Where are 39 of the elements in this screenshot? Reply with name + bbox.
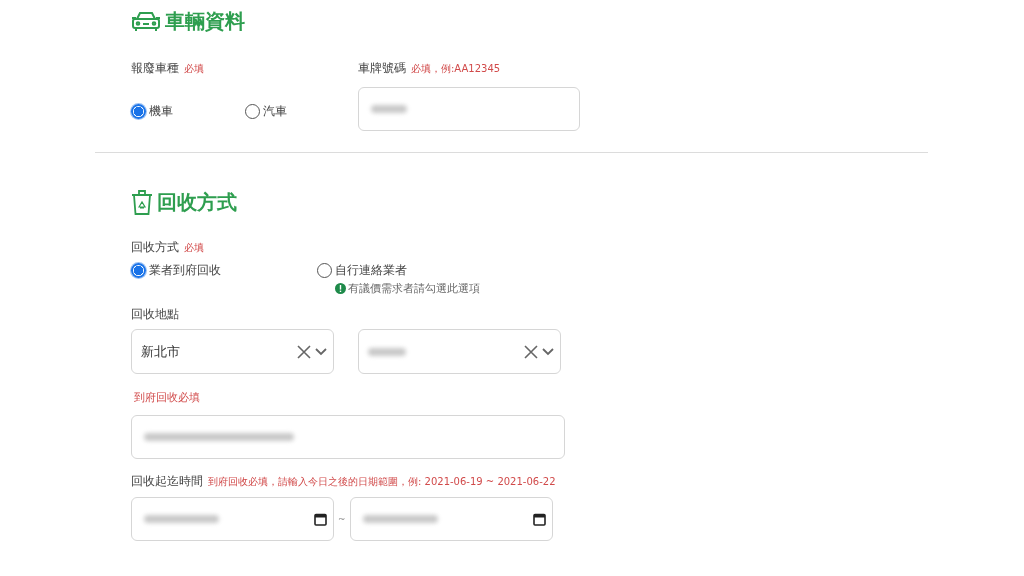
calendar-icon <box>314 512 327 526</box>
required-hint: 必填 <box>184 241 204 255</box>
dropdown-select[interactable]: 新北市 <box>131 329 334 374</box>
clear-icon <box>297 344 311 359</box>
radio-button[interactable] <box>317 263 332 278</box>
field-label: 回收起迄時間 <box>131 473 203 490</box>
field-label: 車牌號碼 <box>358 60 406 77</box>
required-hint: 到府回收必填 <box>133 390 201 405</box>
required-hint: 到府回收必填，請輸入今日之後的日期範圍，例: 2021-06-19 ~ 2021-06-22 <box>208 475 556 489</box>
radio-label[interactable]: 自行連絡業者 <box>335 262 407 279</box>
radio-label[interactable]: 汽車 <box>262 103 287 120</box>
radio-button[interactable] <box>131 263 146 278</box>
field-label: 回收方式 <box>131 239 179 256</box>
radio-button[interactable] <box>131 104 146 119</box>
calendar-icon <box>532 512 546 526</box>
required-hint: 必填 <box>184 62 204 76</box>
range-separator: ~ <box>338 514 346 524</box>
chevron-down-icon <box>542 347 554 356</box>
blurred-text <box>368 347 406 356</box>
date-input[interactable] <box>131 497 334 541</box>
plate-input[interactable] <box>358 87 580 131</box>
radio-label[interactable]: 機車 <box>149 103 173 120</box>
field-label: 報廢車種 <box>131 60 179 77</box>
car-icon <box>131 10 161 32</box>
exclamation-icon <box>335 283 346 294</box>
chevron-down-icon <box>315 347 327 356</box>
trash-bin-icon <box>131 189 153 215</box>
section-title: 回收方式 <box>157 188 237 216</box>
date-input[interactable] <box>349 497 553 541</box>
address-input[interactable] <box>131 415 565 459</box>
clear-icon <box>524 344 538 359</box>
blurred-text <box>371 105 407 113</box>
radio-label[interactable]: 業者到府回收 <box>149 262 221 279</box>
radio-button[interactable] <box>244 104 260 119</box>
section-title: 車輛資料 <box>165 7 245 35</box>
field-label: 回收地點 <box>131 306 179 323</box>
hint-text: 有議價需求者請勾選此選項 <box>348 281 480 296</box>
dropdown-select[interactable] <box>358 329 561 374</box>
required-hint: 必填，例:AA12345 <box>411 62 501 76</box>
